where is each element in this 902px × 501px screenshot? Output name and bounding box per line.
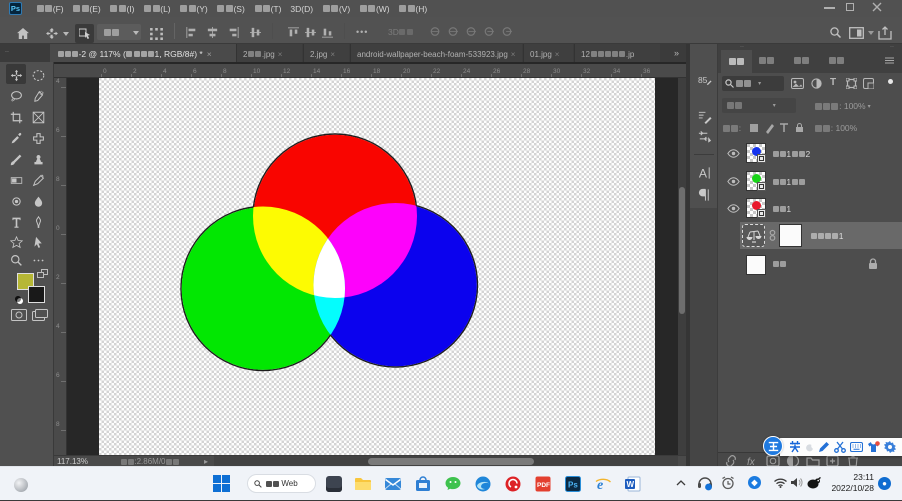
svg-text:Ps: Ps — [568, 481, 578, 490]
svg-text:85: 85 — [698, 75, 708, 85]
svg-text:A: A — [699, 167, 708, 181]
svg-text:W: W — [627, 480, 635, 489]
svg-text:PDF: PDF — [537, 482, 550, 489]
